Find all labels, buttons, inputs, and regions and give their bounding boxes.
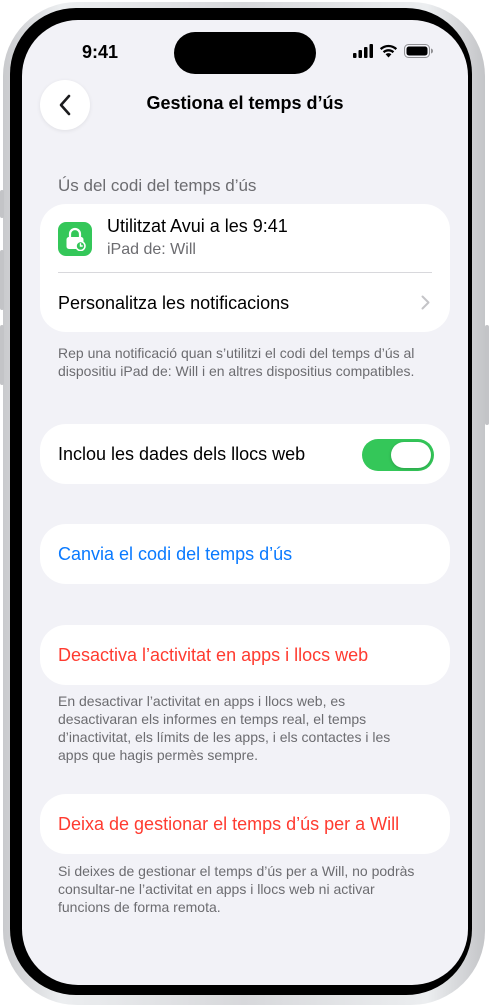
customize-notifications-row[interactable]: Personalitza les notificacions	[40, 273, 450, 332]
disable-activity-footnote: En desactivar l’activitat en apps i lloc…	[58, 693, 391, 763]
passcode-usage-card: Utilitzat Avui a les 9:41 iPad de: Will …	[40, 204, 450, 332]
volume-up-button	[0, 250, 4, 310]
signal-icon	[353, 44, 373, 58]
action-button	[0, 190, 4, 218]
status-bar: 9:41	[22, 20, 468, 84]
chevron-right-icon	[421, 295, 430, 310]
disable-activity-label: Desactiva l’activitat en apps i llocs we…	[58, 645, 369, 665]
stop-managing-footnote: Si deixes de gestionar el temps d’ús per…	[58, 863, 415, 915]
status-icons	[353, 44, 434, 58]
website-data-toggle[interactable]	[362, 439, 434, 471]
section-header: Ús del codi del temps d’ús	[58, 176, 257, 195]
page-title: Gestiona el temps d’ús	[146, 93, 344, 113]
change-code-button[interactable]: Canvia el codi del temps d’ús	[40, 524, 450, 584]
website-data-label: Inclou les dades dels llocs web	[58, 444, 306, 464]
customize-notifications-label: Personalitza les notificacions	[58, 293, 290, 313]
power-button	[485, 325, 489, 425]
usage-device: iPad de: Will	[107, 241, 196, 258]
lock-app-icon	[58, 222, 92, 256]
website-data-card: Inclou les dades dels llocs web	[40, 424, 450, 484]
change-code-label: Canvia el codi del temps d’ús	[58, 544, 293, 564]
status-time: 9:41	[82, 42, 119, 62]
stop-managing-label: Deixa de gestionar el temps d’ús per a W…	[58, 814, 400, 834]
stop-managing-button[interactable]: Deixa de gestionar el temps d’ús per a W…	[40, 794, 450, 854]
usage-title: Utilitzat Avui a les 9:41	[107, 216, 288, 236]
disable-activity-button[interactable]: Desactiva l’activitat en apps i llocs we…	[40, 625, 450, 685]
volume-down-button	[0, 325, 4, 385]
battery-icon	[404, 44, 433, 58]
notifications-footnote: Rep una notificació quan s’utilitzi el c…	[58, 345, 415, 379]
screen: 9:41 Gestiona el temps d’ús Ús del codi …	[22, 20, 468, 985]
wifi-icon	[379, 44, 398, 58]
dynamic-island	[174, 32, 316, 74]
toggle-knob	[391, 442, 431, 468]
